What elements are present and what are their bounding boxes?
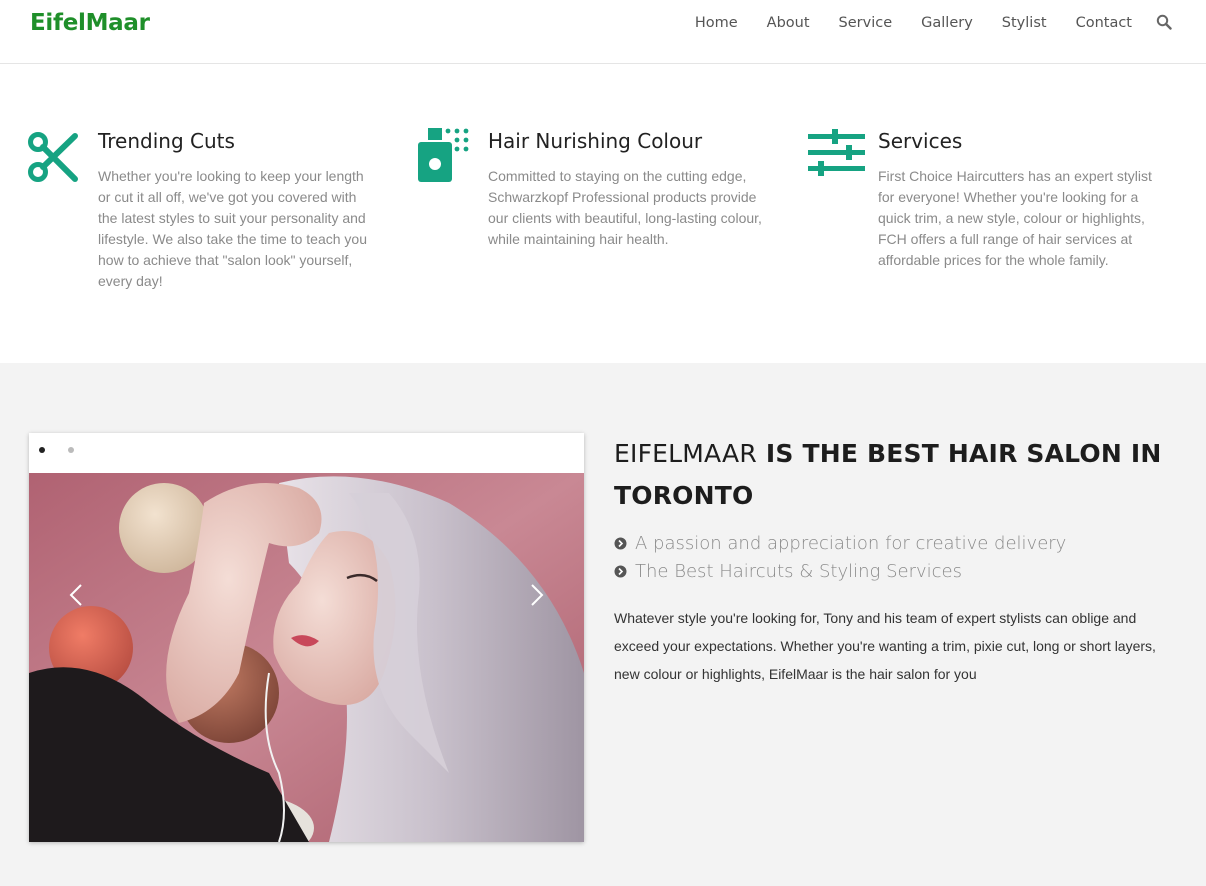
nav-about[interactable]: About: [767, 14, 810, 32]
carousel-prev-icon[interactable]: [67, 583, 87, 607]
carousel-dots: [39, 447, 97, 453]
about-section: EIFELMAAR IS THE BEST HAIR SALON IN TORO…: [0, 363, 1206, 886]
nav-contact[interactable]: Contact: [1076, 14, 1132, 32]
site-logo[interactable]: EifelMaar: [30, 10, 150, 36]
about-heading: EIFELMAAR IS THE BEST HAIR SALON IN TORO…: [614, 433, 1174, 517]
nav-stylist[interactable]: Stylist: [1002, 14, 1047, 32]
feature-text: First Choice Haircutters has an expert s…: [878, 168, 1152, 268]
salon-photo: [29, 473, 584, 842]
spray-bottle-icon: [418, 126, 476, 184]
sliders-icon: [808, 126, 866, 184]
carousel-next-icon[interactable]: [526, 583, 546, 607]
features-section: Trending Cuts Whether you're looking to …: [0, 64, 1206, 363]
arrow-circle-right-icon: [614, 565, 627, 577]
carousel-dot-1[interactable]: [39, 447, 45, 453]
arrow-circle-right-icon: [614, 537, 627, 549]
nav-gallery[interactable]: Gallery: [921, 14, 973, 32]
site-header: EifelMaar Home About Service Gallery Sty…: [0, 0, 1206, 64]
carousel-dot-2[interactable]: [68, 447, 74, 453]
list-item: The Best Haircuts & Styling Services: [614, 557, 1066, 585]
feature-text: Whether you're looking to keep your leng…: [98, 168, 367, 289]
about-paragraph: Whatever style you're looking for, Tony …: [614, 610, 1156, 682]
about-bullets: A passion and appreciation for creative …: [614, 529, 1066, 585]
feature-text: Committed to staying on the cutting edge…: [488, 168, 762, 247]
about-heading-brand: EIFELMAAR: [614, 439, 757, 468]
list-item: A passion and appreciation for creative …: [614, 529, 1066, 557]
main-nav: Home About Service Gallery Stylist Conta…: [666, 14, 1174, 32]
feature-title: Hair Nurishing Colour: [488, 129, 703, 153]
feature-title: Trending Cuts: [98, 129, 235, 153]
search-icon[interactable]: [1156, 14, 1174, 32]
scissors-icon: [28, 126, 86, 184]
bullet-text: The Best Haircuts & Styling Services: [635, 560, 962, 582]
nav-service[interactable]: Service: [839, 14, 893, 32]
image-carousel[interactable]: [29, 433, 584, 842]
feature-title: Services: [878, 129, 963, 153]
nav-home[interactable]: Home: [695, 14, 738, 32]
bullet-text: A passion and appreciation for creative …: [635, 532, 1067, 554]
